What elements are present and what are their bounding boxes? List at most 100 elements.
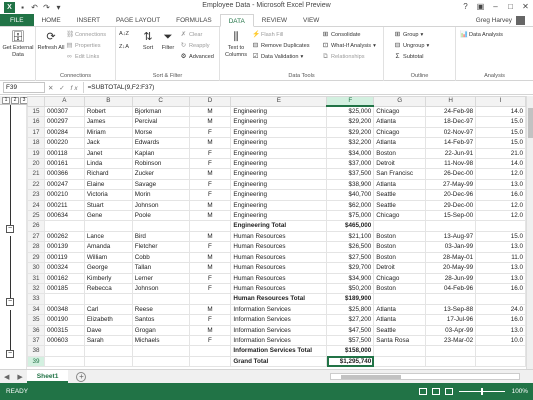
cell-gender[interactable]: M [188,210,232,222]
cell-salary[interactable]: $189,900 [326,293,375,305]
column-header-i[interactable]: I [475,96,526,107]
normal-view-icon[interactable] [419,388,427,395]
cell-hired[interactable]: 23-Mar-02 [425,334,477,347]
cell-salary[interactable]: $29,700 [326,262,375,274]
clear-button[interactable]: ✗ Clear [180,31,203,38]
cell-gender[interactable] [188,355,232,368]
cell-department[interactable]: Engineering [230,105,328,118]
tab-review[interactable]: REVIEW [254,14,295,26]
cell-department[interactable]: Engineering [230,178,328,191]
cell-last-name[interactable]: Bird [131,230,190,243]
cell-first-name[interactable]: Stuart [83,199,133,212]
cell-salary[interactable]: $26,500 [326,241,375,253]
cell-hired[interactable]: 29-Dec-00 [425,199,477,212]
cell-location[interactable]: Detroit [373,158,427,170]
next-sheet-icon[interactable]: ▶ [13,373,26,381]
cell-last-name[interactable]: Fletcher [131,241,190,253]
cell-years[interactable]: 12.0 [475,199,526,212]
cell-hired[interactable]: 15-Sep-00 [425,210,477,222]
cell-id[interactable]: 000211 [43,199,85,212]
sort-button[interactable]: ⇅ Sort [138,30,158,52]
cell-last-name[interactable]: Cobb [131,251,190,264]
cell-hired[interactable]: 03-Apr-99 [425,324,477,336]
cell-id[interactable]: 000297 [43,116,85,128]
cell-hired[interactable]: 04-Feb-96 [425,282,477,295]
cell-last-name[interactable]: Morin [131,189,190,201]
cell-gender[interactable]: M [188,324,232,336]
column-header-b[interactable]: B [83,96,133,107]
cell-last-name[interactable] [131,345,190,357]
cell-salary[interactable]: $75,000 [326,210,375,222]
cell-location[interactable]: Chicago [373,210,427,222]
cell-id[interactable]: 000247 [43,178,85,191]
scroll-thumb[interactable] [341,375,401,379]
cell-id[interactable]: 000324 [43,262,85,274]
cell-id[interactable] [43,345,85,357]
customize-qat-icon[interactable]: ▾ [54,3,63,12]
cell-gender[interactable] [188,345,232,357]
row-header[interactable]: 36 [27,324,45,336]
collapse-human-resources-icon[interactable]: − [6,298,14,306]
cell-hired[interactable]: 20-Dec-96 [425,189,477,201]
cell-location[interactable] [373,345,427,357]
row-header[interactable]: 27 [27,230,45,243]
cell-hired[interactable]: 18-Dec-97 [425,116,477,128]
row-header[interactable]: 24 [27,199,45,212]
cell-hired[interactable]: 28-May-01 [425,251,477,264]
cell-id[interactable]: 000118 [43,147,85,160]
cell-first-name[interactable] [83,355,133,368]
cell-last-name[interactable] [131,220,190,232]
cell-salary[interactable]: $29,200 [326,126,375,139]
collapse-information-services-icon[interactable]: − [6,350,14,358]
cell-years[interactable]: 13.0 [475,272,526,284]
column-header-d[interactable]: D [188,96,232,107]
cell-years[interactable]: 16.0 [475,282,526,295]
cell-gender[interactable]: M [188,105,232,118]
cell-department[interactable]: Engineering Total [230,220,328,232]
cell-gender[interactable]: M [188,303,232,316]
column-header-g[interactable]: G [373,96,427,107]
cell-years[interactable]: 15.0 [475,126,526,139]
cell-first-name[interactable]: Elizabeth [83,314,133,326]
cell-years[interactable]: 13.0 [475,241,526,253]
row-header[interactable]: 15 [27,105,45,118]
tab-page-layout[interactable]: PAGE LAYOUT [108,14,168,26]
cell-department[interactable]: Information Services [230,324,328,336]
cell-years[interactable] [475,345,526,357]
flash-fill-button[interactable]: ⚡ Flash Fill [252,31,283,38]
cell-department[interactable]: Engineering [230,189,328,201]
cell-years[interactable]: 15.0 [475,116,526,128]
cell-first-name[interactable] [83,220,133,232]
cell-location[interactable]: Boston [373,251,427,264]
cell-gender[interactable]: M [188,137,232,149]
cell-department[interactable]: Human Resources [230,230,328,243]
cell-hired[interactable]: 03-Jan-99 [425,241,477,253]
zoom-slider[interactable] [459,388,505,395]
sheet-tab[interactable]: Sheet1 [26,370,69,383]
cell-salary[interactable]: $38,900 [326,178,375,191]
cell-department[interactable]: Information Services Total [230,345,328,357]
row-header[interactable]: 32 [27,282,45,295]
cell-last-name[interactable]: Edwards [131,137,190,149]
cell-location[interactable]: Seattle [373,324,427,336]
cell-hired[interactable] [425,355,477,368]
row-header[interactable]: 33 [27,293,45,305]
cell-last-name[interactable]: Morse [131,126,190,139]
row-header[interactable]: 22 [27,178,45,191]
cell-hired[interactable]: 26-Dec-00 [425,168,477,180]
minimize-icon[interactable]: – [488,0,503,14]
cell-last-name[interactable]: Grogan [131,324,190,336]
cell-first-name[interactable]: Linda [83,158,133,170]
cell-years[interactable]: 14.0 [475,158,526,170]
data-validation-button[interactable]: ☑ Data Validation ▾ [252,53,304,60]
cell-first-name[interactable]: Kimberly [83,272,133,284]
cell-id[interactable]: 000139 [43,241,85,253]
row-header[interactable]: 34 [27,303,45,316]
row-header[interactable]: 38 [27,345,45,357]
cell-first-name[interactable]: Robert [83,105,133,118]
sort-a-z-button[interactable]: A↓Z [119,31,129,37]
cell-salary[interactable]: $34,900 [326,272,375,284]
row-header[interactable]: 17 [27,126,45,139]
ungroup-button[interactable]: ⊟ Ungroup ▾ [394,42,430,49]
cell-hired[interactable]: 13-Sep-88 [425,303,477,316]
